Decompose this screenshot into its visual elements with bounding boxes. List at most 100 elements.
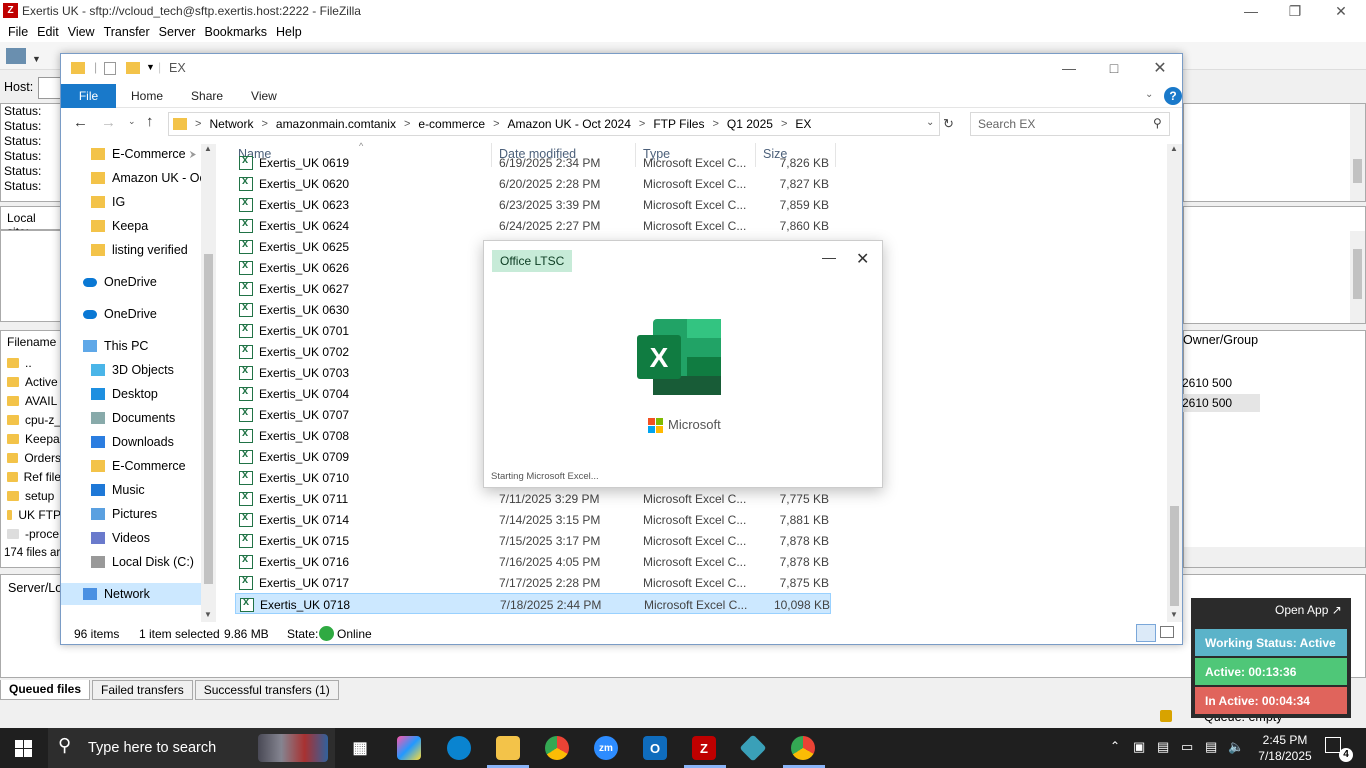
minimize-button[interactable]: — bbox=[822, 249, 836, 265]
forward-arrow-icon[interactable]: → bbox=[101, 114, 116, 131]
file-row[interactable]: Exertis_UK 0718 7/18/2025 2:44 PM Microsof… bbox=[235, 593, 831, 614]
search-input[interactable]: Search EX bbox=[970, 112, 1170, 136]
nav-item[interactable]: Pictures bbox=[91, 503, 157, 525]
notification-icon[interactable] bbox=[1325, 737, 1341, 753]
chrome-icon[interactable] bbox=[545, 736, 569, 760]
list-item[interactable]: .. bbox=[1, 353, 61, 372]
copilot-icon[interactable] bbox=[397, 736, 421, 760]
close-button[interactable]: ✕ bbox=[1318, 0, 1364, 22]
menu-server[interactable]: Server bbox=[159, 25, 196, 39]
nav-item[interactable]: Network bbox=[61, 583, 201, 605]
file-row[interactable]: Exertis_UK 0619 6/19/2025 2:34 PM Microsof… bbox=[235, 152, 831, 173]
tab-view[interactable]: View bbox=[237, 89, 291, 103]
address-bar[interactable]: > Network > amazonmain.comtanix > e-comm… bbox=[168, 112, 940, 136]
menu-view[interactable]: View bbox=[68, 25, 95, 39]
nav-item[interactable]: Music bbox=[91, 479, 145, 501]
menu-help[interactable]: Help bbox=[276, 25, 302, 39]
new-folder-icon[interactable] bbox=[126, 62, 140, 74]
chrome-profile-icon[interactable] bbox=[791, 736, 815, 760]
list-item[interactable]: UK FTP bbox=[1, 505, 61, 524]
clock-date[interactable]: 7/18/2025 bbox=[1257, 749, 1313, 763]
recent-locations-icon[interactable]: ⌄ bbox=[128, 116, 136, 127]
file-list-scrollbar[interactable]: ▲ ▼ bbox=[1167, 144, 1182, 622]
list-item[interactable]: Ref file bbox=[1, 467, 61, 486]
nav-item[interactable]: Desktop bbox=[91, 383, 158, 405]
chevron-down-icon[interactable]: ▼ bbox=[32, 54, 41, 64]
tab-successful-transfers[interactable]: Successful transfers (1) bbox=[194, 680, 339, 700]
nav-item[interactable]: Amazon UK - Oc bbox=[91, 167, 206, 189]
breadcrumb-ftp-files[interactable]: FTP Files bbox=[653, 117, 704, 131]
tab-failed-transfers[interactable]: Failed transfers bbox=[92, 680, 193, 700]
tab-home[interactable]: Home bbox=[116, 89, 177, 103]
menu-file[interactable]: File bbox=[8, 25, 28, 39]
restore-button[interactable]: ❐ bbox=[1272, 0, 1318, 22]
file-row[interactable]: Exertis_UK 0714 7/14/2025 3:15 PM Microsof… bbox=[235, 509, 831, 530]
tab-share[interactable]: Share bbox=[177, 89, 237, 103]
list-item[interactable]: -proce bbox=[1, 524, 61, 543]
app-icon[interactable] bbox=[739, 734, 767, 762]
breadcrumb-ex[interactable]: EX bbox=[795, 117, 811, 131]
file-row[interactable]: Exertis_UK 0716 7/16/2025 4:05 PM Microsof… bbox=[235, 551, 831, 572]
nav-item[interactable]: Videos bbox=[91, 527, 150, 549]
chevron-down-icon[interactable]: ▼ bbox=[146, 62, 155, 72]
breadcrumb-network[interactable]: Network bbox=[209, 117, 253, 131]
menu-bookmarks[interactable]: Bookmarks bbox=[204, 25, 267, 39]
file-explorer-icon[interactable] bbox=[496, 736, 520, 760]
close-button[interactable]: ✕ bbox=[1137, 54, 1183, 82]
help-icon[interactable]: ? bbox=[1164, 87, 1182, 105]
site-manager-icon[interactable] bbox=[6, 48, 26, 64]
tab-queued-files[interactable]: Queued files bbox=[0, 680, 91, 700]
outlook-icon[interactable]: O bbox=[643, 736, 667, 760]
file-row[interactable]: Exertis_UK 0623 6/23/2025 3:39 PM Microsof… bbox=[235, 194, 831, 215]
close-button[interactable]: ✕ bbox=[856, 249, 869, 269]
nav-item[interactable]: listing verified bbox=[91, 239, 188, 261]
zoom-icon[interactable]: zm bbox=[594, 736, 618, 760]
list-item[interactable]: Orders bbox=[1, 448, 61, 467]
filename-header[interactable]: Filename bbox=[1, 331, 61, 353]
chevron-up-icon[interactable]: ⌃ bbox=[1110, 739, 1120, 753]
nav-item[interactable]: 3D Objects bbox=[91, 359, 174, 381]
maximize-button[interactable]: □ bbox=[1091, 54, 1137, 82]
properties-icon[interactable] bbox=[104, 62, 116, 75]
breadcrumb-server[interactable]: amazonmain.comtanix bbox=[276, 117, 396, 131]
nav-item[interactable]: IG bbox=[91, 191, 125, 213]
minimize-button[interactable]: — bbox=[1046, 54, 1092, 82]
owner-header[interactable]: Owner/Group bbox=[1183, 333, 1258, 347]
nav-item[interactable]: Keepa bbox=[91, 215, 148, 237]
breadcrumb-amazon-uk[interactable]: Amazon UK - Oct 2024 bbox=[508, 117, 631, 131]
refresh-icon[interactable]: ↻ bbox=[943, 116, 954, 132]
battery-icon[interactable]: ▭ bbox=[1181, 739, 1193, 755]
minimize-button[interactable]: — bbox=[1228, 0, 1274, 22]
file-row[interactable]: Exertis_UK 0711 7/11/2025 3:29 PM Microsof… bbox=[235, 488, 831, 509]
large-icons-view-icon[interactable] bbox=[1160, 626, 1174, 638]
file-row[interactable]: Exertis_UK 0624 6/24/2025 2:27 PM Microsof… bbox=[235, 215, 831, 236]
list-item[interactable]: cpu-z_ bbox=[1, 410, 61, 429]
nav-item[interactable]: OneDrive bbox=[83, 303, 157, 325]
list-item[interactable]: Keepa bbox=[1, 429, 61, 448]
meet-now-icon[interactable]: ▣ bbox=[1133, 739, 1145, 755]
back-arrow-icon[interactable]: ← bbox=[73, 114, 88, 131]
nav-scrollbar[interactable]: ▲ ▼ bbox=[201, 144, 216, 622]
details-view-icon[interactable] bbox=[1136, 624, 1156, 642]
remote-tree-scrollbar[interactable] bbox=[1350, 231, 1365, 323]
file-row[interactable]: Exertis_UK 0620 6/20/2025 2:28 PM Microsof… bbox=[235, 173, 831, 194]
nav-item[interactable]: Downloads bbox=[91, 431, 174, 453]
menu-edit[interactable]: Edit bbox=[37, 25, 59, 39]
nav-item[interactable]: E-Commerce ⮞ bbox=[91, 143, 196, 165]
nav-item[interactable]: Local Disk (C:) bbox=[91, 551, 194, 573]
list-item[interactable]: Active bbox=[1, 372, 61, 391]
list-item[interactable]: AVAIL bbox=[1, 391, 61, 410]
volume-icon[interactable]: 🔈 bbox=[1228, 739, 1244, 755]
nav-item[interactable]: Documents bbox=[91, 407, 175, 429]
breadcrumb-ecommerce[interactable]: e-commerce bbox=[418, 117, 485, 131]
up-arrow-icon[interactable]: ↑ bbox=[146, 113, 154, 130]
edge-icon[interactable] bbox=[447, 736, 471, 760]
file-row[interactable]: Exertis_UK 0715 7/15/2025 3:17 PM Microsof… bbox=[235, 530, 831, 551]
breadcrumb-q1-2025[interactable]: Q1 2025 bbox=[727, 117, 773, 131]
taskbar-search[interactable]: ⚲ Type here to search bbox=[48, 728, 335, 768]
filezilla-icon[interactable]: Z bbox=[692, 736, 716, 760]
log-scrollbar[interactable] bbox=[1350, 104, 1365, 201]
list-item[interactable]: setup bbox=[1, 486, 61, 505]
file-row[interactable]: Exertis_UK 0717 7/17/2025 2:28 PM Microsof… bbox=[235, 572, 831, 593]
nav-item[interactable]: This PC bbox=[83, 335, 148, 357]
